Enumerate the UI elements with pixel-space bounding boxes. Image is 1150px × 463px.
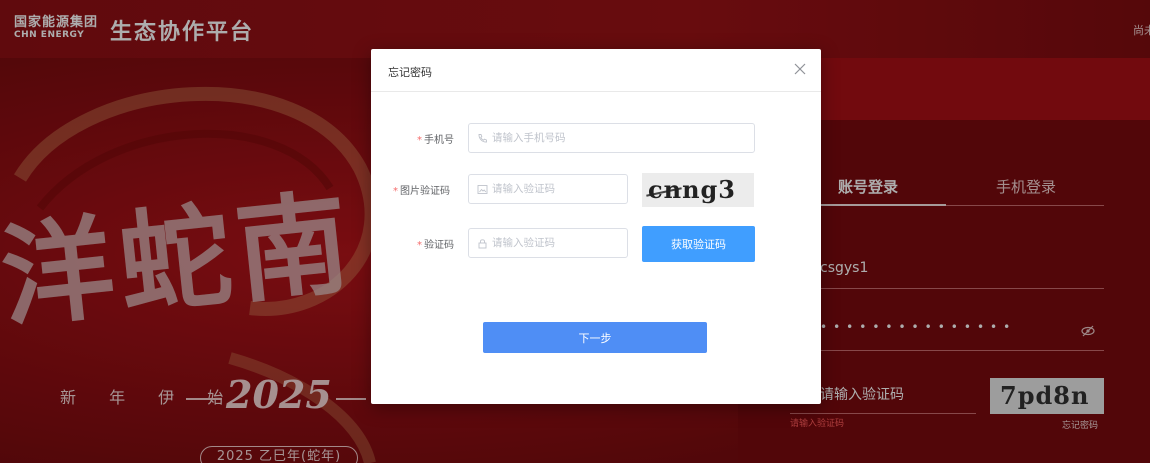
required-star: * [417,135,422,146]
close-icon[interactable] [792,61,808,77]
phone-label-text: 手机号 [424,135,454,146]
dialog-header: 忘记密码 [371,49,821,91]
sms-code-label-text: 验证码 [424,240,454,251]
captcha-image[interactable]: cnng3 [642,173,754,207]
phone-icon [478,134,487,143]
captcha-text: cnng3 [648,175,736,204]
get-code-button[interactable]: 获取验证码 [642,226,755,262]
image-code-input[interactable] [492,175,622,203]
image-code-label-text: 图片验证码 [400,186,450,197]
image-code-field[interactable] [468,174,628,204]
dialog-divider [371,91,821,92]
lock-icon [478,239,487,249]
phone-input[interactable] [492,124,749,152]
sms-code-input[interactable] [492,229,622,257]
sms-code-label: * 验证码 [417,236,454,251]
required-star: * [393,186,398,197]
phone-field[interactable] [468,123,755,153]
sms-code-field[interactable] [468,228,628,258]
image-icon [477,185,488,194]
dialog-title: 忘记密码 [388,66,432,79]
required-star: * [417,240,422,251]
forgot-password-dialog: 忘记密码 *手机号 *图片验证码 cnng3 *验证码 [371,49,821,404]
next-step-button[interactable]: 下一步 [483,322,707,353]
image-code-label: * 图片验证码 [393,182,450,197]
phone-label: * 手机号 [417,131,454,146]
